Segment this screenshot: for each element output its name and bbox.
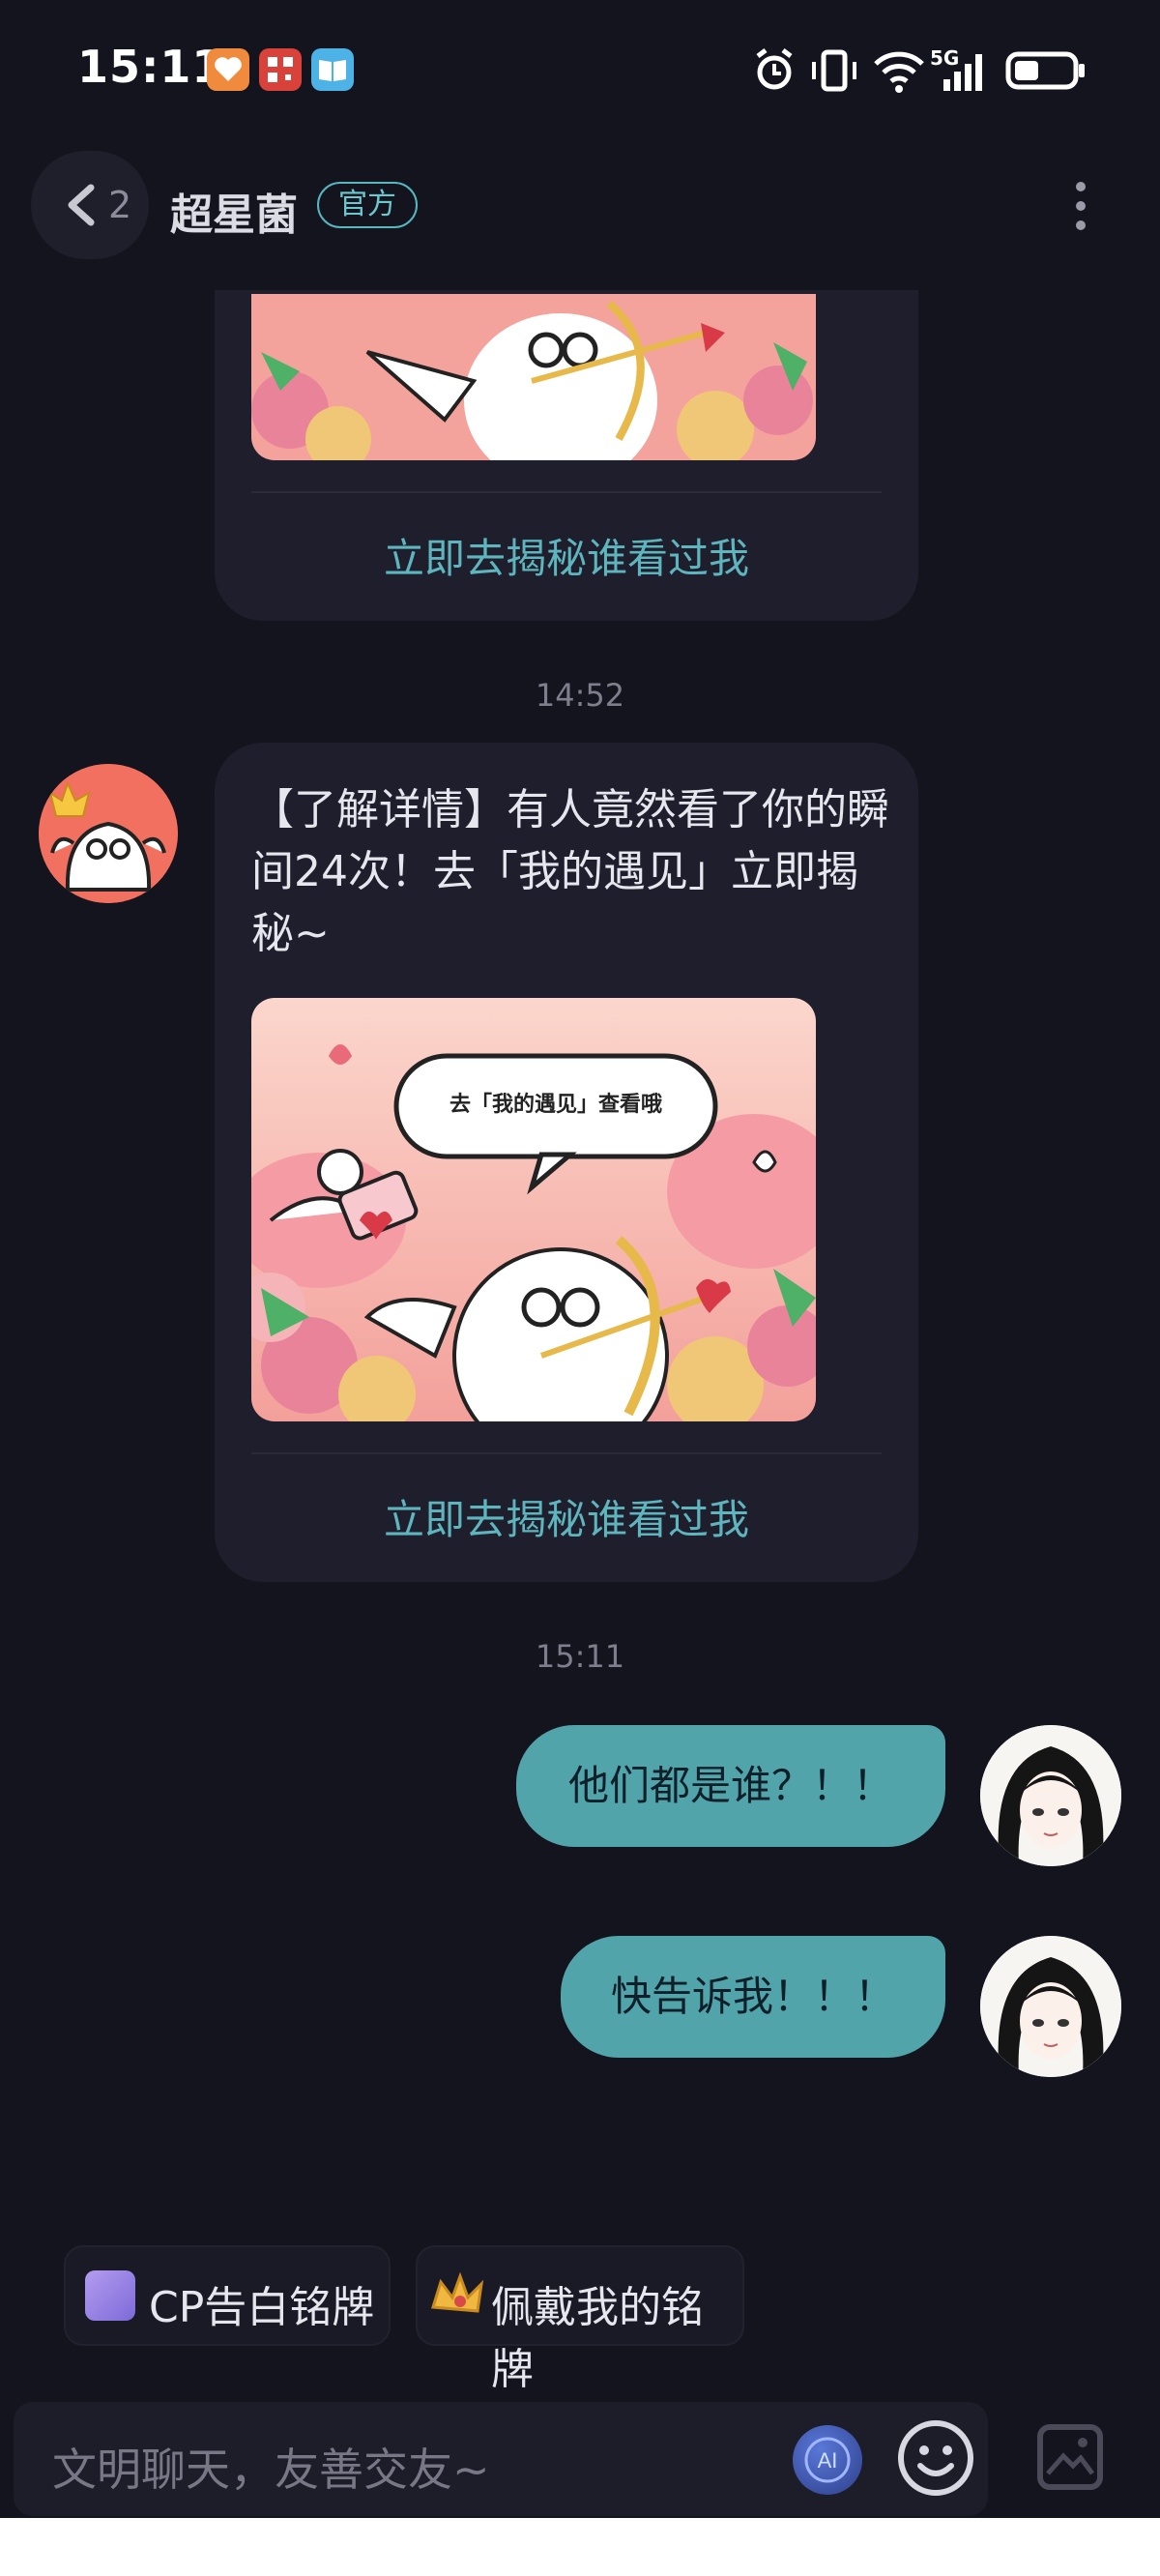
chip-label: 佩戴我的铭牌 (491, 2283, 704, 2394)
message-text: 【了解详情】有人竟然看了你的瞬间24次！去「我的遇见」立即揭秘~ (251, 785, 889, 958)
input-placeholder: 文明聊天，友善交友~ (52, 2444, 490, 2496)
reveal-link-previous[interactable]: 立即去揭秘谁看过我 (215, 526, 918, 585)
bottom-strip (0, 2518, 1160, 2576)
chat-title: 超星菌 (170, 190, 298, 240)
card-divider (251, 491, 882, 493)
badge-icon (85, 2270, 135, 2321)
message-card: 【了解详情】有人竟然看了你的瞬间24次！去「我的遇见」立即揭秘~ 去「我的遇见」… (215, 743, 918, 1582)
chip-label: CP告白铭牌 (149, 2283, 375, 2332)
image-caption: 去「我的遇见」查看哦 (449, 1093, 662, 1117)
emoji-icon[interactable] (895, 2417, 976, 2499)
crown-icon (431, 2271, 484, 2313)
unread-count: 2 (108, 184, 132, 226)
wear-my-badge-chip[interactable]: 佩戴我的铭牌 (416, 2245, 744, 2394)
timestamp: 14:52 (535, 677, 625, 714)
message-input[interactable]: 文明聊天，友善交友~ AI (14, 2402, 988, 2516)
ai-assistant-icon[interactable]: AI (793, 2425, 862, 2495)
battery-icon (1005, 46, 1087, 95)
status-time: 15:11 (77, 41, 224, 93)
image-icon[interactable] (1036, 2423, 1104, 2491)
cp-confession-badge-chip[interactable]: CP告白铭牌 (64, 2245, 391, 2346)
wifi-icon (872, 46, 926, 95)
card-image[interactable]: 去「我的遇见」查看哦 (251, 998, 816, 1421)
card-divider (251, 1452, 882, 1454)
5g-signal-icon: 5G (930, 46, 994, 95)
alarm-icon (752, 46, 797, 95)
official-badge: 官方 (317, 182, 418, 228)
book-app-icon (311, 48, 354, 91)
more-options-button[interactable] (1063, 176, 1098, 240)
vibrate-icon (810, 46, 858, 95)
official-avatar[interactable] (39, 764, 178, 903)
user-avatar[interactable] (980, 1936, 1121, 2077)
qr-app-icon (259, 48, 302, 91)
card-image (251, 294, 816, 460)
outgoing-message-bubble[interactable]: 他们都是谁？！！ (516, 1725, 945, 1847)
chevron-left-icon (68, 184, 95, 226)
message-card-previous: 立即去揭秘谁看过我 (215, 290, 918, 621)
reveal-link[interactable]: 立即去揭秘谁看过我 (215, 1487, 918, 1546)
user-avatar[interactable] (980, 1725, 1121, 1866)
network-label: 5G (930, 46, 960, 70)
svg-text:AI: AI (818, 2448, 838, 2473)
outgoing-message-bubble[interactable]: 快告诉我！！！ (561, 1936, 945, 2058)
heart-app-icon (207, 48, 249, 91)
timestamp: 15:11 (535, 1638, 625, 1675)
back-button[interactable]: 2 (31, 151, 149, 259)
